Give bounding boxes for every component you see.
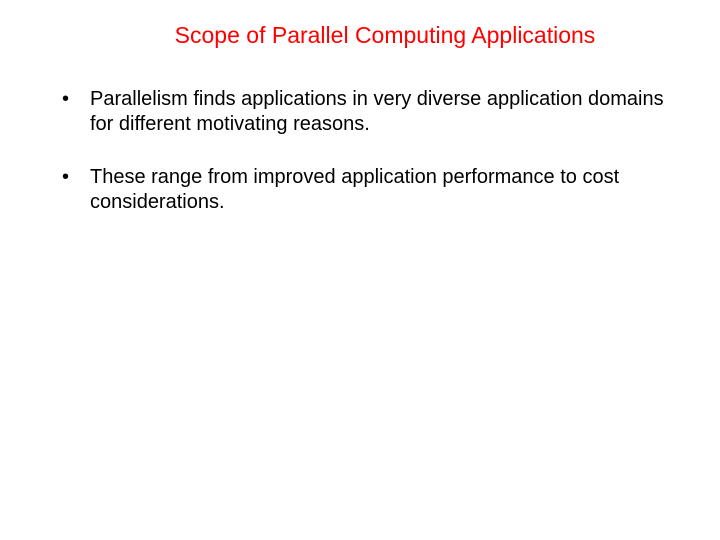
list-item: These range from improved application pe… (58, 165, 690, 215)
slide-container: Scope of Parallel Computing Applications… (0, 0, 720, 540)
bullet-list: Parallelism finds applications in very d… (30, 87, 690, 215)
list-item: Parallelism finds applications in very d… (58, 87, 690, 137)
slide-title: Scope of Parallel Computing Applications (80, 22, 690, 49)
